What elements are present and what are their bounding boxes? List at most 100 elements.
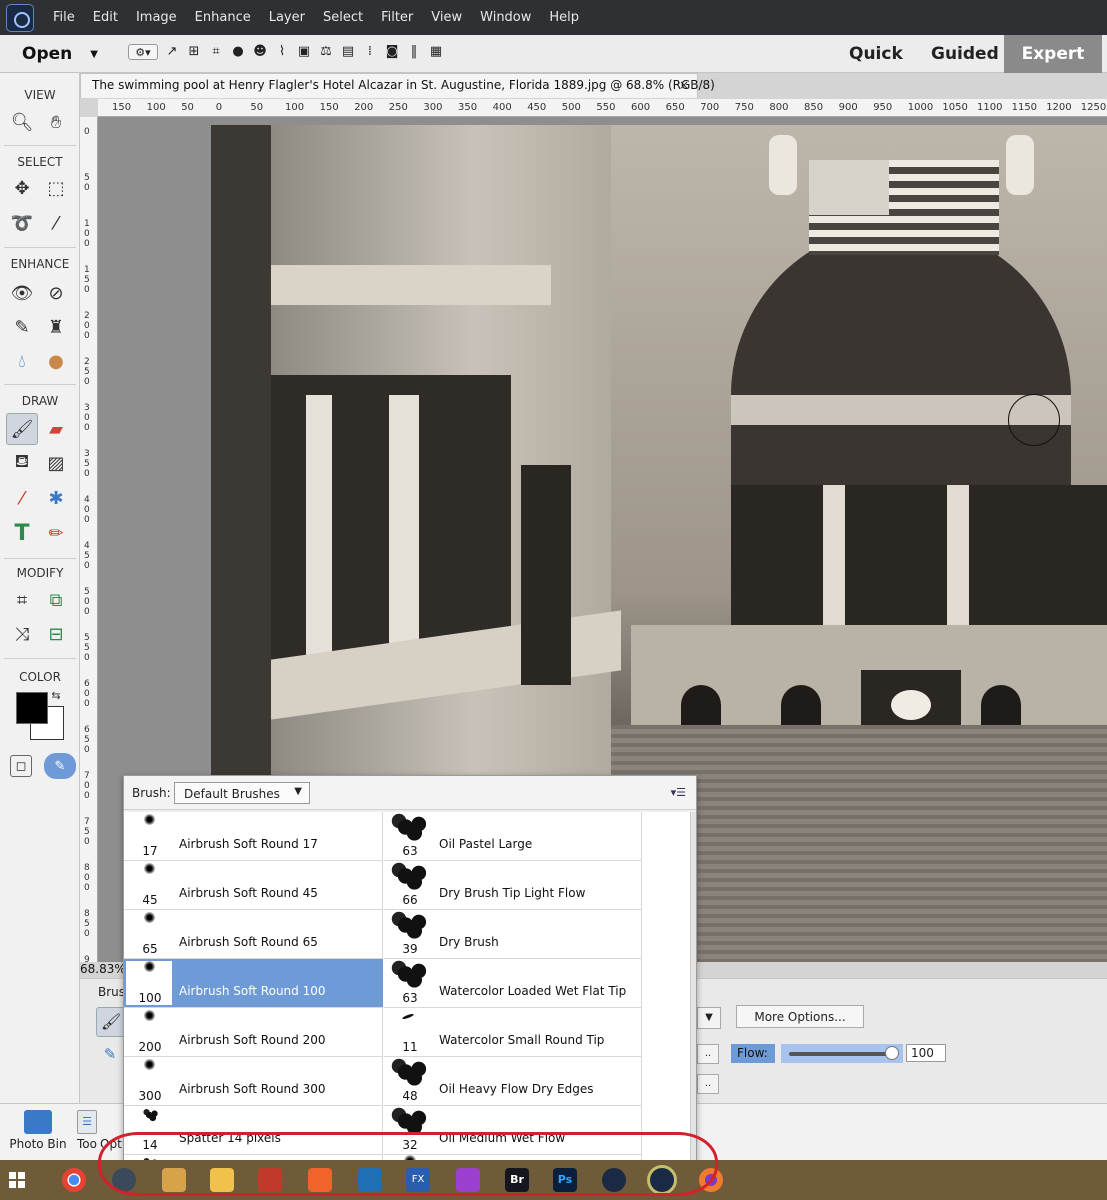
healing-icon[interactable]: ⊘: [42, 279, 70, 307]
brush-preset-icon[interactable]: ✎: [44, 753, 76, 779]
windows-start-icon[interactable]: [9, 1172, 25, 1188]
move-tool-icon[interactable]: ✥: [8, 174, 36, 202]
straighten-icon[interactable]: ⊟: [42, 620, 70, 648]
brush-name: Airbrush Soft Round 65: [179, 935, 318, 949]
mode-quick[interactable]: Quick: [849, 35, 903, 73]
layout-icon[interactable]: ▦: [428, 44, 444, 60]
brush-item[interactable]: 63 Oil Pastel Large: [384, 812, 642, 861]
vertical-ruler: 0 50 100 150 200 250 300 350 400 450 500 550 600 650 7…: [80, 117, 98, 962]
brush-mode-icon[interactable]: 🖌︎: [96, 1007, 126, 1037]
h-box-icon[interactable]: ▣: [296, 44, 312, 60]
brush-item[interactable]: 45 Airbrush Soft Round 45: [124, 861, 383, 910]
toolbar-icons: ⚙▾ ↗ ⊞ ⌗ ● ☻ ⌇ ▣ ⚖ ▤ ⁞ ◙ ‖ ▦: [128, 44, 444, 60]
scales-icon[interactable]: ⚖: [318, 44, 334, 60]
document-tab[interactable]: The swimming pool at Henry Flagler's Hot…: [80, 73, 715, 98]
red-eye-icon[interactable]: 👁︎: [8, 279, 36, 307]
eyedropper-icon[interactable]: ⁄: [8, 484, 36, 512]
brush-item[interactable]: 100 Airbrush Soft Round 100: [124, 959, 383, 1008]
person-icon[interactable]: ●: [230, 44, 246, 60]
brush-tip-preview: [388, 1057, 432, 1087]
brush-item[interactable]: 63 Watercolor Loaded Wet Flat Tip: [384, 959, 642, 1008]
chrome-icon[interactable]: [62, 1168, 86, 1192]
photo-pool-arch: [681, 685, 721, 725]
ruler-tick-label: 350: [458, 102, 478, 113]
brush-set-dropdown[interactable]: Default Brushes ▼: [174, 782, 310, 804]
pencil-icon[interactable]: ✏︎: [42, 519, 70, 547]
panel-menu-icon[interactable]: ▾☰: [671, 786, 686, 799]
camera-icon[interactable]: ◙: [384, 44, 400, 60]
chart-icon[interactable]: ⌇: [274, 44, 290, 60]
magic-wand-icon[interactable]: ⁄: [42, 209, 70, 237]
image-icon[interactable]: ▤: [340, 44, 356, 60]
custom-shape-icon[interactable]: ✱: [42, 484, 70, 512]
menu-file[interactable]: File: [44, 10, 84, 25]
brush-item[interactable]: 200 Airbrush Soft Round 200: [124, 1008, 383, 1057]
sponge-icon[interactable]: ●: [42, 347, 70, 375]
brush-item[interactable]: 48 Oil Heavy Flow Dry Edges: [384, 1057, 642, 1106]
impressionist-brush-icon[interactable]: ✎: [98, 1045, 122, 1069]
swap-colors-icon[interactable]: ⇆: [48, 687, 64, 703]
blur-icon[interactable]: 💧︎: [8, 347, 36, 375]
dots-grid-icon[interactable]: ⁞: [362, 44, 378, 60]
grid-icon[interactable]: ⊞: [186, 44, 202, 60]
flow-slider[interactable]: [781, 1044, 903, 1063]
gear-icon[interactable]: ⚙▾: [128, 44, 158, 60]
brush-item[interactable]: 17 Airbrush Soft Round 17: [124, 812, 383, 861]
brush-item[interactable]: 300 Airbrush Soft Round 300: [124, 1057, 383, 1106]
menu-help[interactable]: Help: [540, 10, 588, 25]
chevron-down-icon[interactable]: ▼: [90, 49, 98, 60]
ruler-tick-label: 1200: [1046, 102, 1072, 113]
brush-list-scrollbar[interactable]: [690, 812, 696, 1164]
open-button[interactable]: Open ▼: [12, 41, 104, 67]
mode-guided[interactable]: Guided: [931, 35, 999, 73]
marquee-icon[interactable]: ⬚: [42, 174, 70, 202]
more-options-button[interactable]: More Options...: [736, 1005, 864, 1028]
menu-view[interactable]: View: [422, 10, 471, 25]
photo-bin-button[interactable]: Photo Bin: [8, 1110, 68, 1151]
crop-tool-icon[interactable]: ⌗: [8, 586, 36, 614]
recompose-icon[interactable]: ⧉: [42, 586, 70, 614]
brush-picker-header: Brush: Default Brushes ▼ ▾☰: [124, 776, 696, 810]
default-colors-icon[interactable]: ◻: [10, 755, 32, 777]
menu-select[interactable]: Select: [314, 10, 372, 25]
lasso-icon[interactable]: ➰: [8, 209, 36, 237]
clone-stamp-icon[interactable]: ♜: [42, 313, 70, 341]
mode-expert[interactable]: Expert: [1004, 35, 1102, 73]
mode-dropdown-chevron-icon[interactable]: ▼: [697, 1007, 721, 1029]
text-tool-icon[interactable]: T: [8, 519, 36, 547]
gradient-icon[interactable]: ▨: [42, 449, 70, 477]
brush-icon[interactable]: 🖌︎: [6, 413, 38, 445]
brush-item[interactable]: 65 Airbrush Soft Round 65: [124, 910, 383, 959]
brush-item[interactable]: 66 Dry Brush Tip Light Flow: [384, 861, 642, 910]
menu-enhance[interactable]: Enhance: [186, 10, 260, 25]
paint-bucket-icon[interactable]: ⛾: [8, 449, 36, 477]
brush-size: 300: [138, 1089, 162, 1103]
close-tab-icon[interactable]: ×: [679, 78, 689, 92]
menu-image[interactable]: Image: [127, 10, 186, 25]
flow-input[interactable]: 100: [906, 1044, 946, 1062]
brush-tip-preview: [144, 912, 155, 923]
tablet-settings-button[interactable]: ..: [697, 1074, 719, 1094]
eraser-icon[interactable]: ▰: [42, 415, 70, 443]
menu-edit[interactable]: Edit: [84, 10, 127, 25]
external-link-icon[interactable]: ↗: [164, 44, 180, 60]
hand-icon[interactable]: ✋︎: [42, 108, 70, 136]
photo-dark-edge: [211, 125, 271, 775]
smart-brush-icon[interactable]: ✎: [8, 313, 36, 341]
bars-icon[interactable]: ‖: [406, 44, 422, 60]
ruler-tick-label: 250: [388, 102, 408, 113]
content-aware-move-icon[interactable]: ⤨: [8, 620, 36, 648]
menu-layer[interactable]: Layer: [260, 10, 314, 25]
foreground-color-swatch[interactable]: [16, 692, 48, 724]
menu-window[interactable]: Window: [471, 10, 540, 25]
crop-icon[interactable]: ⌗: [208, 44, 224, 60]
brush-item[interactable]: 11 Watercolor Small Round Tip: [384, 1008, 642, 1057]
flow-slider-thumb[interactable]: [885, 1046, 899, 1060]
brush-settings-button[interactable]: ..: [697, 1044, 719, 1064]
chevron-down-icon[interactable]: ▼: [294, 786, 302, 797]
zoom-icon[interactable]: 🔍︎: [8, 108, 36, 136]
brush-item[interactable]: 39 Dry Brush: [384, 910, 642, 959]
face-icon[interactable]: ☻: [252, 44, 268, 60]
menu-filter[interactable]: Filter: [372, 10, 422, 25]
tool-options-button[interactable]: ☰ Too: [74, 1110, 100, 1151]
